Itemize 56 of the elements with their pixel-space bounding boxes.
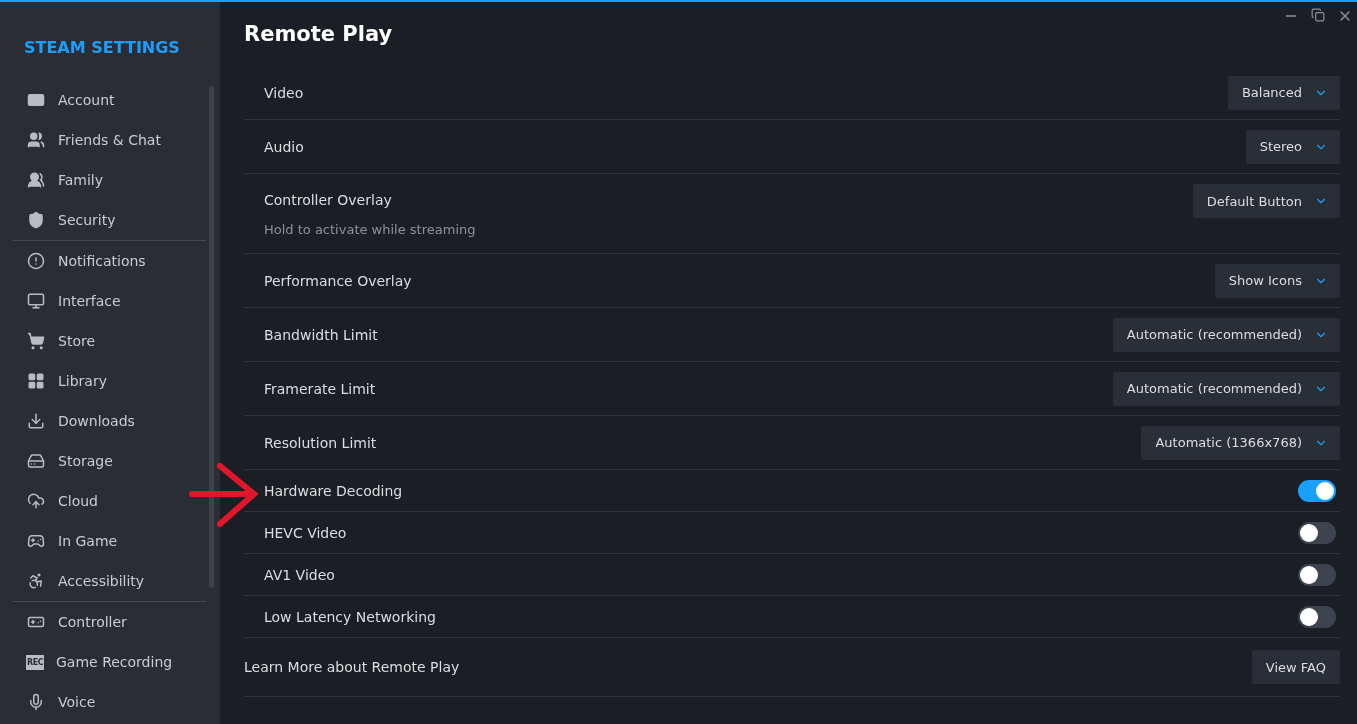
setting-label: HEVC Video <box>264 524 347 541</box>
sidebar-item[interactable]: Storage <box>12 441 206 481</box>
toggle-switch[interactable] <box>1298 563 1336 586</box>
toggle-switch[interactable] <box>1298 605 1336 628</box>
rec-icon: REC <box>26 654 44 670</box>
setting-label: Video <box>264 84 304 101</box>
drive-icon <box>26 452 46 470</box>
sidebar-item[interactable]: Security <box>12 200 206 240</box>
cloud-icon <box>26 492 46 510</box>
sidebar-item[interactable]: Account <box>12 80 206 120</box>
dropdown[interactable]: Automatic (1366x768) <box>1141 425 1340 460</box>
sidebar-item[interactable]: Library <box>12 361 206 401</box>
setting-label: Performance Overlay <box>264 272 412 289</box>
learn-more-text: Learn More about Remote Play <box>244 659 460 675</box>
view-faq-button[interactable]: View FAQ <box>1251 650 1340 684</box>
setting-label: Hardware Decoding <box>264 482 403 499</box>
monitor-icon <box>26 292 46 310</box>
sidebar-item[interactable]: REC Game Recording <box>12 642 206 682</box>
restore-icon[interactable] <box>1311 8 1325 22</box>
dropdown[interactable]: Show Icons <box>1214 263 1340 298</box>
grid-icon <box>26 372 46 390</box>
setting-label: Audio <box>264 138 304 155</box>
sidebar-item[interactable]: Controller <box>12 602 206 642</box>
shield-icon <box>26 211 46 229</box>
toggle-switch[interactable] <box>1298 479 1336 502</box>
sidebar-item[interactable]: Family <box>12 160 206 200</box>
dropdown[interactable]: Balanced <box>1227 75 1340 110</box>
sidebar-item[interactable]: Cloud <box>12 481 206 521</box>
dropdown[interactable]: Automatic (recommended) <box>1112 371 1340 406</box>
sidebar-item[interactable]: Downloads <box>12 401 206 441</box>
setting-label: Bandwidth Limit <box>264 326 378 343</box>
sidebar-item[interactable]: Notifications <box>12 241 206 281</box>
three-people-icon <box>26 171 46 189</box>
sidebar-item[interactable]: Voice <box>12 682 206 722</box>
sidebar-item[interactable]: In Game <box>12 521 206 561</box>
setting-label: Low Latency Networking <box>264 608 436 625</box>
dropdown[interactable]: Default Button <box>1192 184 1340 218</box>
sidebar-title: STEAM SETTINGS <box>23 37 181 59</box>
download-icon <box>26 412 46 430</box>
setting-label: AV1 Video <box>264 566 335 583</box>
setting-label: Controller Overlay <box>264 192 393 208</box>
setting-label: Resolution Limit <box>264 434 377 451</box>
dropdown[interactable]: Automatic (recommended) <box>1112 317 1340 352</box>
cart-icon <box>26 332 46 350</box>
toggle-switch[interactable] <box>1298 521 1336 544</box>
dropdown[interactable]: Stereo <box>1245 129 1340 164</box>
setting-label: Framerate Limit <box>264 380 376 397</box>
setting-description: Hold to activate while streaming <box>264 222 476 237</box>
sidebar-item[interactable]: Friends & Chat <box>12 120 206 160</box>
sidebar-item[interactable]: Accessibility <box>12 561 206 601</box>
two-people-icon <box>26 131 46 149</box>
sidebar-item[interactable]: Store <box>12 321 206 361</box>
scrollbar[interactable] <box>209 86 214 588</box>
sidebar-item[interactable]: Interface <box>12 281 206 321</box>
page-title: Remote Play <box>244 21 393 48</box>
alert-icon <box>26 252 46 270</box>
